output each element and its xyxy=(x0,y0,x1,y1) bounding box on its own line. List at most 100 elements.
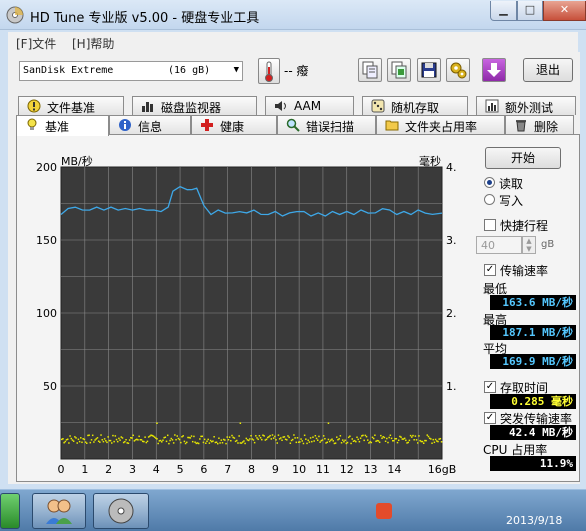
tab-file-benchmark[interactable]: 文件基准 xyxy=(18,96,124,115)
access-time-point xyxy=(224,439,226,441)
access-time-point xyxy=(83,438,86,441)
access-time-point xyxy=(176,435,178,437)
access-time-point xyxy=(226,436,228,438)
options-button[interactable] xyxy=(446,58,470,82)
access-time-point xyxy=(164,436,167,438)
access-time-point xyxy=(311,440,313,443)
ime-icon[interactable] xyxy=(376,503,392,519)
start-button[interactable]: 开始 xyxy=(485,147,561,169)
tab-erase[interactable]: 删除 xyxy=(505,115,574,134)
access-time-point xyxy=(300,438,302,440)
transfer-rate-checkbox[interactable]: ✓ xyxy=(484,264,496,276)
chart-icon xyxy=(485,99,499,113)
access-time-point xyxy=(326,441,329,444)
cpu-usage-value: 11.9% xyxy=(490,456,576,471)
tab-label: 基准 xyxy=(45,120,70,134)
access-time-point xyxy=(101,439,103,441)
tab-health[interactable]: 健康 xyxy=(191,115,277,134)
access-time-point xyxy=(88,434,90,436)
access-time-point xyxy=(76,442,78,444)
access-time-point xyxy=(263,435,265,437)
access-time-point xyxy=(302,442,305,445)
access-time-point xyxy=(206,440,208,442)
users-icon xyxy=(46,499,72,524)
short-stroke-checkbox[interactable] xyxy=(484,219,496,231)
access-time-point xyxy=(156,422,158,424)
access-time-point xyxy=(319,441,321,443)
close-button[interactable]: ✕ xyxy=(543,1,586,21)
copy-screenshot-button[interactable] xyxy=(387,58,411,82)
access-time-point xyxy=(309,437,312,439)
access-time-point xyxy=(238,435,240,437)
tab-label: 信息 xyxy=(138,120,163,134)
maximize-button[interactable]: □ xyxy=(517,1,543,21)
tab-info[interactable]: 信息 xyxy=(109,115,191,134)
short-stroke-unit: gB xyxy=(541,239,555,250)
access-time-point xyxy=(334,442,337,444)
tab-error-scan[interactable]: 错误扫描 xyxy=(277,115,376,134)
access-time-point xyxy=(365,435,368,438)
access-time-point xyxy=(125,438,127,441)
tab-extra-tests[interactable]: 额外测试 xyxy=(476,96,576,115)
tab-folder-usage[interactable]: 文件夹占用率 xyxy=(376,115,505,134)
short-stroke-stepper[interactable]: ▲ ▼ xyxy=(522,236,536,254)
access-time-point xyxy=(127,442,130,445)
taskbar-app-hdtune[interactable] xyxy=(93,493,149,529)
access-time-point xyxy=(121,437,124,439)
download-button[interactable] xyxy=(482,58,506,82)
access-time-point xyxy=(77,438,80,441)
access-time-point xyxy=(277,434,280,436)
access-time-point xyxy=(205,442,207,444)
access-time-point xyxy=(431,442,433,444)
taskbar-app-users[interactable] xyxy=(32,493,86,529)
access-time-point xyxy=(244,442,246,445)
tab-random-access[interactable]: 随机存取 xyxy=(362,96,468,115)
access-time-point xyxy=(412,434,414,437)
taskbar: 2013/9/18 xyxy=(0,489,586,531)
access-time-point xyxy=(245,437,248,440)
access-time-point xyxy=(341,439,344,441)
tray-icon[interactable] xyxy=(402,500,422,520)
tab-label: 文件夹占用率 xyxy=(405,120,478,134)
drive-select[interactable]: SanDisk Extreme (16 gB) ▼ xyxy=(19,61,243,81)
tab-disk-monitor[interactable]: 磁盘监视器 xyxy=(132,96,257,115)
access-time-point xyxy=(166,434,169,437)
access-time-point xyxy=(321,439,324,441)
save-button[interactable] xyxy=(417,58,441,82)
access-time-point xyxy=(138,435,140,438)
tab-benchmark[interactable]: 基准 xyxy=(16,115,109,136)
trash-icon xyxy=(516,120,526,132)
start-orb[interactable] xyxy=(0,493,20,529)
short-stroke-input[interactable]: 40 xyxy=(476,236,522,254)
access-time-point xyxy=(280,437,282,439)
access-time-point xyxy=(140,439,143,441)
drive-size: (16 gB) xyxy=(168,65,211,76)
copy-text-button[interactable] xyxy=(358,58,382,82)
minimize-button[interactable]: ▁ xyxy=(490,1,517,21)
benchmark-panel: MB/秒 毫秒 200150100504.003.002.001.0001234… xyxy=(16,134,580,482)
access-time-point xyxy=(91,434,94,437)
write-radio[interactable] xyxy=(484,194,495,205)
burst-rate-checkbox[interactable]: ✓ xyxy=(484,412,496,424)
access-time-point xyxy=(124,440,126,443)
tab-aam[interactable]: AAM xyxy=(265,96,354,115)
access-time-value: 0.285 毫秒 xyxy=(490,394,576,409)
access-time-checkbox[interactable]: ✓ xyxy=(484,381,496,393)
access-time-point xyxy=(374,434,376,436)
menu-help[interactable]: [H]帮助 xyxy=(72,35,114,52)
access-time-point xyxy=(328,440,331,443)
folder-icon xyxy=(385,120,399,131)
menu-file[interactable]: [F]文件 xyxy=(16,35,56,52)
access-time-point xyxy=(440,441,443,443)
read-radio[interactable] xyxy=(484,177,495,188)
lightbulb-icon xyxy=(27,118,37,130)
exit-button[interactable]: 退出 xyxy=(523,58,573,82)
tray-date: 2013/9/18 xyxy=(506,514,563,527)
copy-icon xyxy=(362,61,378,79)
access-time-point xyxy=(186,441,188,444)
access-time-point xyxy=(208,442,211,444)
magnifier-icon xyxy=(286,118,300,132)
access-time-point xyxy=(230,439,232,442)
access-time-point xyxy=(418,435,420,437)
access-time-point xyxy=(72,440,75,442)
